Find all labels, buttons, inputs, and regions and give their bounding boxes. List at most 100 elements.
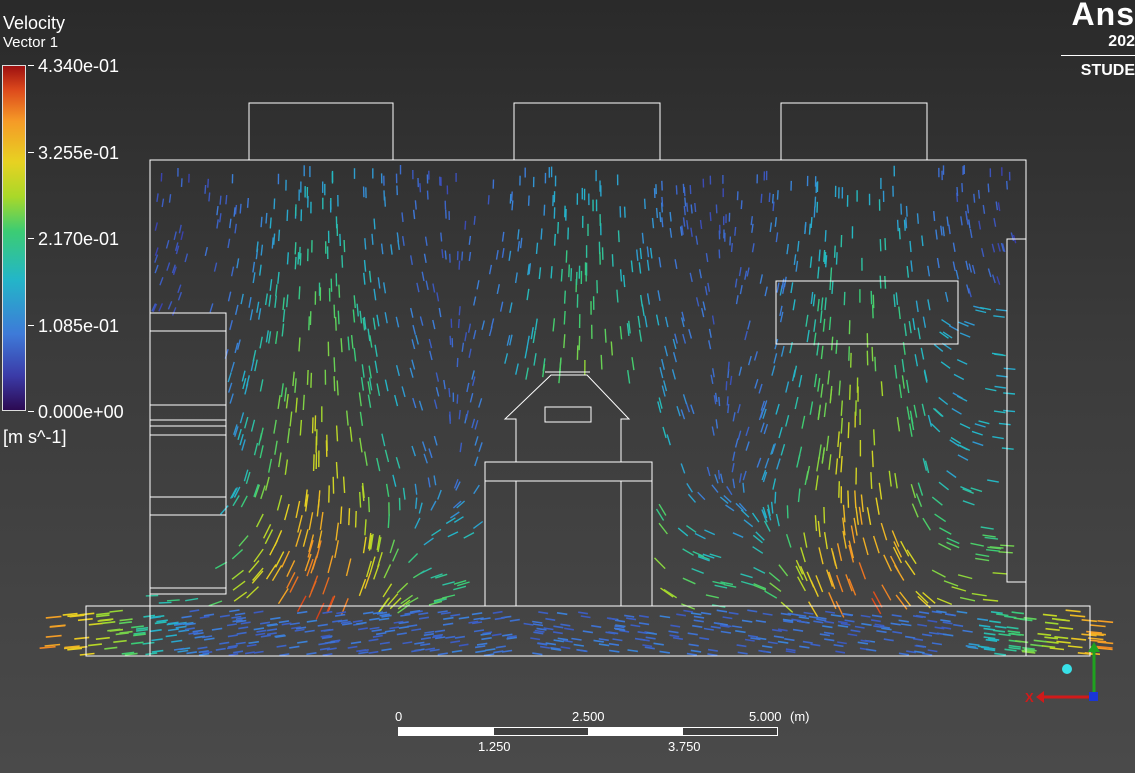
velocity-vector [822, 318, 826, 332]
velocity-vector [992, 572, 1008, 575]
velocity-vector [855, 506, 859, 525]
velocity-vector [825, 610, 836, 614]
velocity-vector [364, 238, 367, 250]
velocity-vector [178, 224, 182, 234]
velocity-vector [436, 292, 440, 302]
viewport-canvas[interactable] [0, 0, 1135, 773]
velocity-vector [837, 431, 840, 448]
velocity-vector [414, 641, 425, 645]
velocity-vector [646, 293, 651, 305]
scale-bar-segment [399, 728, 494, 735]
velocity-vector [771, 365, 776, 376]
velocity-vector [234, 304, 239, 315]
velocity-vector [478, 398, 483, 408]
velocity-vector [411, 628, 422, 632]
velocity-vector [862, 537, 869, 556]
velocity-vector [1011, 611, 1024, 615]
velocity-vector [823, 506, 826, 524]
velocity-vector [211, 627, 223, 631]
velocity-vector [154, 264, 159, 274]
velocity-vector [981, 248, 985, 258]
velocity-vector [630, 624, 641, 628]
velocity-vector [308, 316, 310, 331]
velocity-vector [371, 233, 374, 245]
velocity-vector [88, 622, 104, 626]
velocity-vector [532, 652, 543, 656]
velocity-vector [458, 306, 461, 316]
velocity-vector [817, 378, 821, 392]
velocity-vector [450, 511, 460, 519]
velocity-vector [568, 264, 570, 278]
velocity-vector [741, 619, 753, 623]
velocity-vector [952, 261, 956, 272]
velocity-vector [177, 649, 189, 653]
velocity-vector [369, 626, 380, 630]
velocity-vector [780, 444, 786, 456]
velocity-vector [663, 380, 668, 392]
velocity-vector [998, 422, 1011, 426]
velocity-vector [983, 632, 996, 636]
view-dot-icon[interactable] [1062, 664, 1072, 674]
velocity-vector [803, 532, 808, 548]
velocity-vector [381, 648, 392, 652]
velocity-vector [364, 519, 367, 536]
velocity-vector [704, 286, 708, 296]
velocity-vector [949, 439, 960, 447]
velocity-vector [333, 376, 336, 392]
velocity-vector [658, 522, 668, 535]
velocity-vector [259, 445, 264, 459]
velocity-vector [655, 207, 659, 218]
velocity-vector [304, 629, 315, 633]
velocity-vector [758, 649, 769, 653]
table-top [484, 461, 653, 482]
velocity-vector [335, 522, 339, 541]
velocity-vector [1065, 609, 1081, 613]
velocity-vector [464, 220, 467, 230]
velocity-vector [879, 239, 882, 252]
velocity-vector [792, 628, 804, 632]
velocity-vector [726, 486, 733, 496]
velocity-vector [39, 645, 56, 649]
velocity-vector [688, 329, 693, 339]
axis-triad[interactable]: X [1022, 640, 1104, 710]
velocity-vector [207, 178, 209, 188]
velocity-vector [785, 415, 790, 427]
velocity-vector [754, 378, 759, 389]
velocity-vector [753, 351, 758, 361]
velocity-vector [823, 249, 826, 262]
velocity-vector [1045, 627, 1060, 631]
velocity-vector [920, 347, 925, 360]
velocity-vector [378, 617, 390, 621]
velocity-vector [737, 430, 742, 440]
velocity-vector [994, 385, 1006, 389]
velocity-vector [444, 250, 447, 260]
velocity-vector [563, 334, 566, 349]
velocity-vector [423, 453, 428, 464]
velocity-vector [296, 595, 307, 613]
velocity-vector [674, 333, 678, 344]
velocity-vector [896, 417, 901, 432]
velocity-vector [646, 259, 650, 271]
velocity-vector [315, 602, 325, 620]
velocity-vector [356, 303, 359, 317]
velocity-vector [960, 216, 963, 226]
velocity-vector [443, 616, 454, 620]
velocity-vector [350, 335, 354, 349]
velocity-vector [664, 345, 669, 357]
velocity-vector [941, 319, 951, 327]
velocity-vector [917, 623, 928, 627]
velocity-vector [993, 315, 1005, 318]
velocity-vector [824, 297, 827, 311]
velocity-vector [229, 218, 232, 229]
velocity-vector [1051, 617, 1066, 621]
velocity-vector [556, 612, 568, 616]
velocity-vector [741, 580, 754, 586]
velocity-vector [829, 388, 833, 404]
velocity-vector [836, 543, 843, 562]
velocity-vector [443, 379, 446, 390]
velocity-vector [425, 280, 429, 291]
velocity-vector [627, 370, 631, 384]
velocity-vector [830, 614, 842, 618]
velocity-vector [184, 627, 195, 631]
velocity-vector [415, 497, 418, 509]
